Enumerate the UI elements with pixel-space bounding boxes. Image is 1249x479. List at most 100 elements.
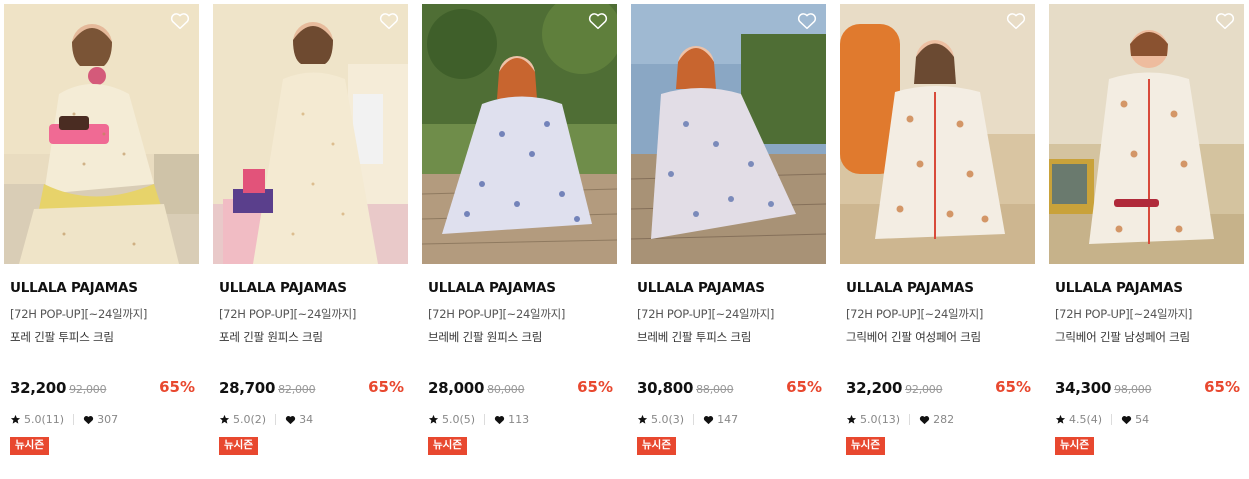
sale-price: 28,700 <box>219 379 276 397</box>
original-price: 80,000 <box>487 383 525 396</box>
heart-filled-icon <box>919 415 930 424</box>
promo-tag: [72H POP-UP][~24일까지] <box>428 307 566 321</box>
heart-filled-icon <box>1121 415 1132 424</box>
brand-name[interactable]: ULLALA PAJAMAS <box>428 280 556 296</box>
brand-name[interactable]: ULLALA PAJAMAS <box>1055 280 1183 296</box>
wishlist-heart-icon[interactable] <box>1215 12 1235 30</box>
product-name[interactable]: 그릭베어 긴팔 여성페어 크림 <box>846 329 981 345</box>
rating-value: 5.0(2) <box>233 413 267 426</box>
wishlist-heart-icon[interactable] <box>379 12 399 30</box>
price-row: 30,800 88,000 65% <box>637 378 822 400</box>
product-name[interactable]: 그릭베어 긴팔 남성페어 크림 <box>1055 329 1190 345</box>
like-count: 54 <box>1135 413 1150 426</box>
new-season-badge: 뉴시즌 <box>10 437 49 455</box>
promo-tag: [72H POP-UP][~24일까지] <box>219 307 357 321</box>
sale-price: 32,200 <box>10 379 67 397</box>
review-meta: 5.0(2) 34 <box>219 413 313 426</box>
promo-tag: [72H POP-UP][~24일까지] <box>846 307 984 321</box>
product-image[interactable] <box>422 4 617 264</box>
brand-name[interactable]: ULLALA PAJAMAS <box>10 280 138 296</box>
sale-price: 34,300 <box>1055 379 1112 397</box>
new-season-badge: 뉴시즌 <box>846 437 885 455</box>
divider <box>73 414 75 425</box>
original-price: 98,000 <box>1114 383 1152 396</box>
star-icon <box>10 414 21 424</box>
brand-name[interactable]: ULLALA PAJAMAS <box>219 280 347 296</box>
product-grid: ULLALA PAJAMAS [72H POP-UP][~24일까지] 포레 긴… <box>0 0 1249 479</box>
product-card[interactable]: ULLALA PAJAMAS [72H POP-UP][~24일까지] 브레베 … <box>631 4 826 474</box>
product-name[interactable]: 포레 긴팔 원피스 크림 <box>219 329 323 345</box>
promo-tag: [72H POP-UP][~24일까지] <box>10 307 148 321</box>
promo-tag: [72H POP-UP][~24일까지] <box>1055 307 1193 321</box>
divider <box>693 414 695 425</box>
like-count: 113 <box>508 413 530 426</box>
star-icon <box>637 414 648 424</box>
new-season-badge: 뉴시즌 <box>1055 437 1094 455</box>
star-icon <box>428 414 439 424</box>
sale-price: 32,200 <box>846 379 903 397</box>
discount-rate: 65% <box>368 378 404 396</box>
heart-filled-icon <box>83 415 94 424</box>
price-row: 32,200 92,000 65% <box>846 378 1031 400</box>
product-image[interactable] <box>631 4 826 264</box>
review-meta: 5.0(11) 307 <box>10 413 118 426</box>
price-row: 32,200 92,000 65% <box>10 378 195 400</box>
sale-price: 30,800 <box>637 379 694 397</box>
price-row: 28,000 80,000 65% <box>428 378 613 400</box>
product-image[interactable] <box>4 4 199 264</box>
review-meta: 4.5(4) 54 <box>1055 413 1149 426</box>
like-count: 34 <box>299 413 314 426</box>
product-card[interactable]: ULLALA PAJAMAS [72H POP-UP][~24일까지] 포레 긴… <box>4 4 199 474</box>
divider <box>909 414 911 425</box>
review-meta: 5.0(5) 113 <box>428 413 529 426</box>
heart-filled-icon <box>285 415 296 424</box>
sale-price: 28,000 <box>428 379 485 397</box>
wishlist-heart-icon[interactable] <box>588 12 608 30</box>
divider <box>1111 414 1113 425</box>
rating-value: 5.0(5) <box>442 413 476 426</box>
star-icon <box>846 414 857 424</box>
discount-rate: 65% <box>786 378 822 396</box>
discount-rate: 65% <box>1204 378 1240 396</box>
new-season-badge: 뉴시즌 <box>219 437 258 455</box>
product-name[interactable]: 브레베 긴팔 원피스 크림 <box>428 329 542 345</box>
price-row: 34,300 98,000 65% <box>1055 378 1240 400</box>
rating-value: 4.5(4) <box>1069 413 1103 426</box>
product-image[interactable] <box>213 4 408 264</box>
discount-rate: 65% <box>995 378 1031 396</box>
divider <box>275 414 277 425</box>
heart-filled-icon <box>703 415 714 424</box>
new-season-badge: 뉴시즌 <box>637 437 676 455</box>
product-card[interactable]: ULLALA PAJAMAS [72H POP-UP][~24일까지] 그릭베어… <box>1049 4 1244 474</box>
original-price: 92,000 <box>69 383 107 396</box>
product-name[interactable]: 포레 긴팔 투피스 크림 <box>10 329 114 345</box>
star-icon <box>1055 414 1066 424</box>
wishlist-heart-icon[interactable] <box>170 12 190 30</box>
review-meta: 5.0(3) 147 <box>637 413 738 426</box>
promo-tag: [72H POP-UP][~24일까지] <box>637 307 775 321</box>
rating-value: 5.0(11) <box>24 413 65 426</box>
brand-name[interactable]: ULLALA PAJAMAS <box>846 280 974 296</box>
product-card[interactable]: ULLALA PAJAMAS [72H POP-UP][~24일까지] 포레 긴… <box>213 4 408 474</box>
discount-rate: 65% <box>577 378 613 396</box>
product-card[interactable]: ULLALA PAJAMAS [72H POP-UP][~24일까지] 그릭베어… <box>840 4 1035 474</box>
product-image[interactable] <box>1049 4 1244 264</box>
product-name[interactable]: 브레베 긴팔 투피스 크림 <box>637 329 751 345</box>
like-count: 307 <box>97 413 119 426</box>
product-card[interactable]: ULLALA PAJAMAS [72H POP-UP][~24일까지] 브레베 … <box>422 4 617 474</box>
rating-value: 5.0(13) <box>860 413 901 426</box>
heart-filled-icon <box>494 415 505 424</box>
original-price: 92,000 <box>905 383 943 396</box>
price-row: 28,700 82,000 65% <box>219 378 404 400</box>
wishlist-heart-icon[interactable] <box>797 12 817 30</box>
wishlist-heart-icon[interactable] <box>1006 12 1026 30</box>
original-price: 82,000 <box>278 383 316 396</box>
discount-rate: 65% <box>159 378 195 396</box>
divider <box>484 414 486 425</box>
star-icon <box>219 414 230 424</box>
like-count: 147 <box>717 413 739 426</box>
review-meta: 5.0(13) 282 <box>846 413 954 426</box>
rating-value: 5.0(3) <box>651 413 685 426</box>
product-image[interactable] <box>840 4 1035 264</box>
brand-name[interactable]: ULLALA PAJAMAS <box>637 280 765 296</box>
